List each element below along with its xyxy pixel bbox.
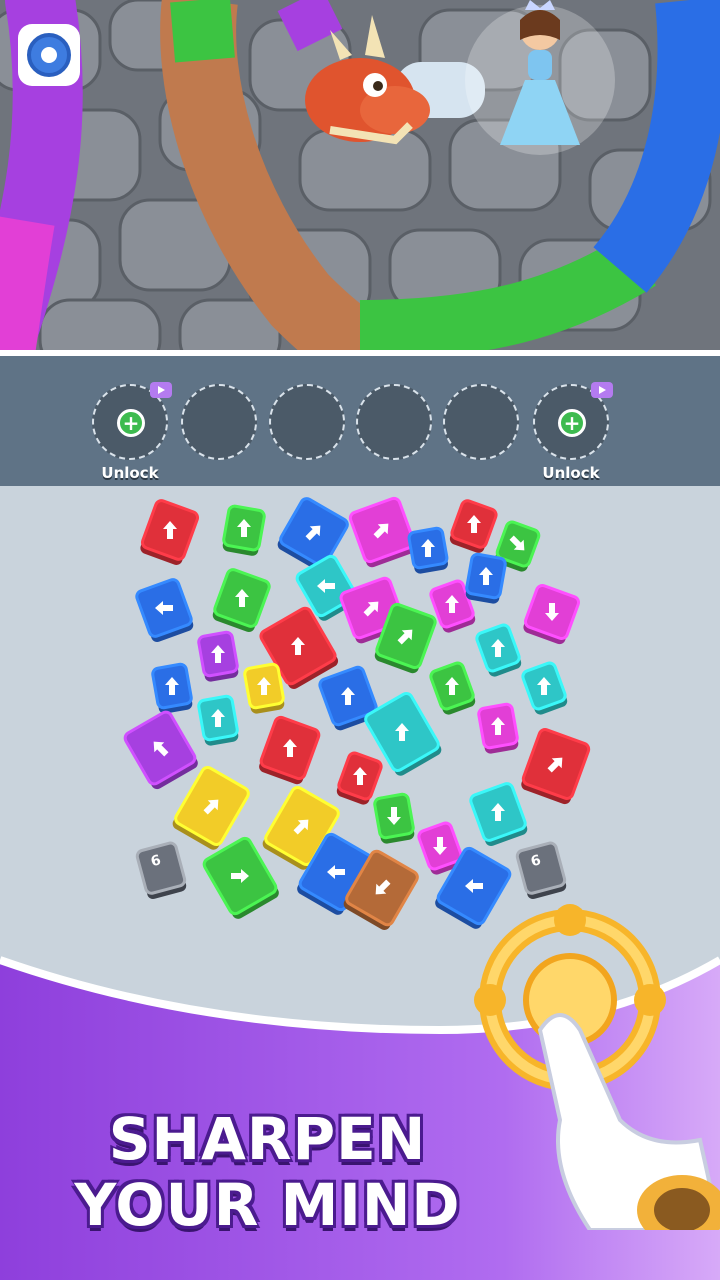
block-19[interactable] (151, 662, 193, 714)
block-8[interactable] (135, 578, 195, 644)
plus-icon: + (558, 409, 586, 437)
block-23[interactable] (429, 661, 477, 716)
block-33[interactable] (373, 792, 415, 844)
block-21[interactable] (197, 694, 239, 746)
block-29[interactable] (520, 728, 591, 806)
block-30[interactable] (335, 751, 383, 806)
slot-1-locked[interactable]: + (92, 382, 172, 460)
slot-4 (356, 384, 432, 460)
slot-6-locked[interactable]: + (533, 382, 613, 460)
block-20[interactable] (243, 662, 285, 714)
block-31[interactable] (170, 765, 250, 852)
slot-bar: + Unlock + Unlock (0, 356, 720, 486)
dragon-scene (0, 0, 720, 352)
block-6[interactable] (407, 526, 449, 574)
headline-line-1: SHARPEN (108, 1105, 427, 1173)
gear-icon (27, 33, 71, 77)
block-14[interactable] (522, 583, 581, 646)
block-13[interactable] (465, 552, 507, 604)
block-34[interactable] (469, 782, 529, 848)
stone-wall (0, 0, 720, 352)
block-5[interactable] (448, 499, 498, 555)
unlock-label-right[interactable]: Unlock (526, 464, 616, 482)
block-4[interactable] (348, 496, 418, 569)
block-1[interactable] (139, 499, 200, 567)
block-9[interactable] (211, 568, 271, 634)
slot-2 (181, 384, 257, 460)
block-2[interactable] (222, 504, 266, 557)
plus-icon: + (117, 409, 145, 437)
block-18[interactable] (475, 623, 523, 678)
headline-line-2: YOUR MIND (74, 1171, 461, 1239)
video-icon (150, 382, 172, 398)
locked-block-1: 6 (135, 841, 187, 900)
video-icon (591, 382, 613, 398)
settings-button[interactable] (18, 24, 80, 86)
block-26[interactable] (257, 715, 321, 786)
unlock-label-left[interactable]: Unlock (85, 464, 175, 482)
block-24[interactable] (521, 661, 569, 716)
block-28[interactable] (477, 702, 519, 754)
block-15[interactable] (197, 630, 239, 682)
slot-3 (269, 384, 345, 460)
promo-banner: SHARPEN YOUR MIND (0, 904, 720, 1280)
block-25[interactable] (123, 710, 200, 791)
slot-5 (443, 384, 519, 460)
